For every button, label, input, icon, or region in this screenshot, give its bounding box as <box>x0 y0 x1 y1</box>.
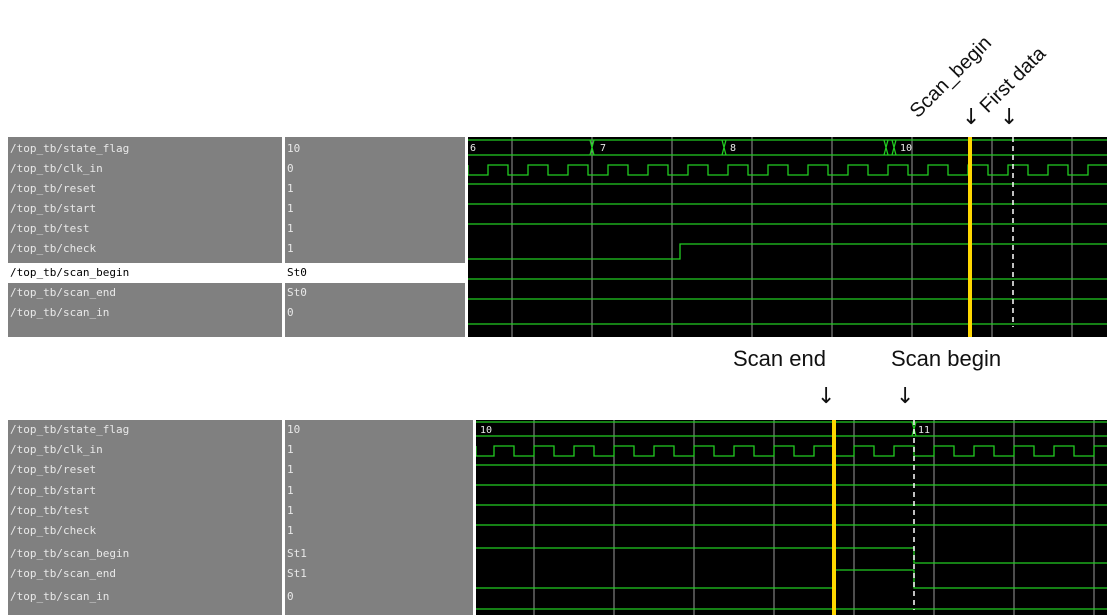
signal-name[interactable]: /top_tb/clk_in <box>8 159 282 179</box>
signal-value: 1 <box>287 524 294 537</box>
wave-scan-end <box>476 569 1107 589</box>
wave-clk-in <box>476 445 1107 457</box>
signal-value: 1 <box>287 504 294 517</box>
bus-label: 11 <box>918 425 930 436</box>
signal-value: 0 <box>287 306 294 319</box>
signal-name[interactable]: /top_tb/scan_in <box>8 587 282 607</box>
signal-value: 1 <box>287 222 294 235</box>
arrow-down-icon: ↓ <box>1000 105 1019 130</box>
annotation-scan-begin: Scan begin <box>891 346 1002 371</box>
signal-value: 10 <box>287 423 301 436</box>
signal-name-selected[interactable]: /top_tb/scan_begin <box>8 263 282 283</box>
signal-value: 10 <box>287 142 301 155</box>
bus-label: 8 <box>730 143 736 154</box>
signal-value: 1 <box>287 463 294 476</box>
waveform-panel-bottom: /top_tb/state_flag /top_tb/clk_in /top_t… <box>8 420 1107 615</box>
bus-label: 10 <box>480 425 492 436</box>
signal-value: St0 <box>287 286 307 299</box>
signal-name[interactable]: /top_tb/check <box>8 521 282 541</box>
signal-name[interactable]: /top_tb/check <box>8 239 282 259</box>
bus-state-flag <box>476 421 1107 437</box>
signal-value: 0 <box>287 590 294 603</box>
arrow-down-icon: ↓ <box>817 384 836 409</box>
signal-value: 0 <box>287 162 294 175</box>
arrow-down-icon: ↓ <box>896 384 915 409</box>
bus-label: 7 <box>600 143 606 154</box>
wave-check <box>468 243 1107 260</box>
signal-name[interactable]: /top_tb/state_flag <box>8 139 282 159</box>
signal-value: 1 <box>287 484 294 497</box>
signal-name[interactable]: /top_tb/scan_end <box>8 564 282 584</box>
signal-value: 1 <box>287 242 294 255</box>
signal-value: 1 <box>287 443 294 456</box>
signal-name[interactable]: /top_tb/test <box>8 219 282 239</box>
signal-name[interactable]: /top_tb/start <box>8 199 282 219</box>
bus-label: 6 <box>470 143 476 154</box>
signal-name[interactable]: /top_tb/scan_in <box>8 303 282 323</box>
signal-name[interactable]: /top_tb/test <box>8 501 282 521</box>
waveform-svg: 6 7 8 10 <box>468 137 1107 337</box>
signal-name[interactable]: /top_tb/clk_in <box>8 440 282 460</box>
waveform-panel-top: /top_tb/state_flag /top_tb/clk_in /top_t… <box>8 137 1107 337</box>
signal-value: 1 <box>287 202 294 215</box>
bus-label: 10 <box>900 143 912 154</box>
signal-name[interactable]: /top_tb/start <box>8 481 282 501</box>
signal-name[interactable]: /top_tb/state_flag <box>8 420 282 440</box>
wave-scan-begin <box>476 547 1107 564</box>
signal-name-column: /top_tb/state_flag /top_tb/clk_in /top_t… <box>8 420 285 615</box>
signal-value: 1 <box>287 182 294 195</box>
signal-value-column: 10 0 1 1 1 1 St0 St0 0 <box>285 137 468 337</box>
bus-state-flag <box>468 139 1107 156</box>
signal-name[interactable]: /top_tb/reset <box>8 179 282 199</box>
signal-name[interactable]: /top_tb/scan_end <box>8 283 282 303</box>
annotation-scan-end: Scan end <box>733 346 826 371</box>
signal-value: St1 <box>287 567 307 580</box>
signal-value-selected: St0 <box>285 263 465 283</box>
signal-name-column: /top_tb/state_flag /top_tb/clk_in /top_t… <box>8 137 285 337</box>
signal-value-column: 10 1 1 1 1 1 St1 St1 0 <box>285 420 476 615</box>
waveform-area[interactable]: 6 7 8 10 <box>468 137 1107 337</box>
signal-name[interactable]: /top_tb/scan_begin <box>8 544 282 564</box>
signal-value: St1 <box>287 547 307 560</box>
waveform-area[interactable]: 10 11 <box>476 420 1107 615</box>
wave-clk-in <box>468 164 1107 176</box>
waveform-svg: 10 11 <box>476 420 1107 615</box>
signal-name[interactable]: /top_tb/reset <box>8 460 282 480</box>
arrow-down-icon: ↓ <box>962 105 981 130</box>
